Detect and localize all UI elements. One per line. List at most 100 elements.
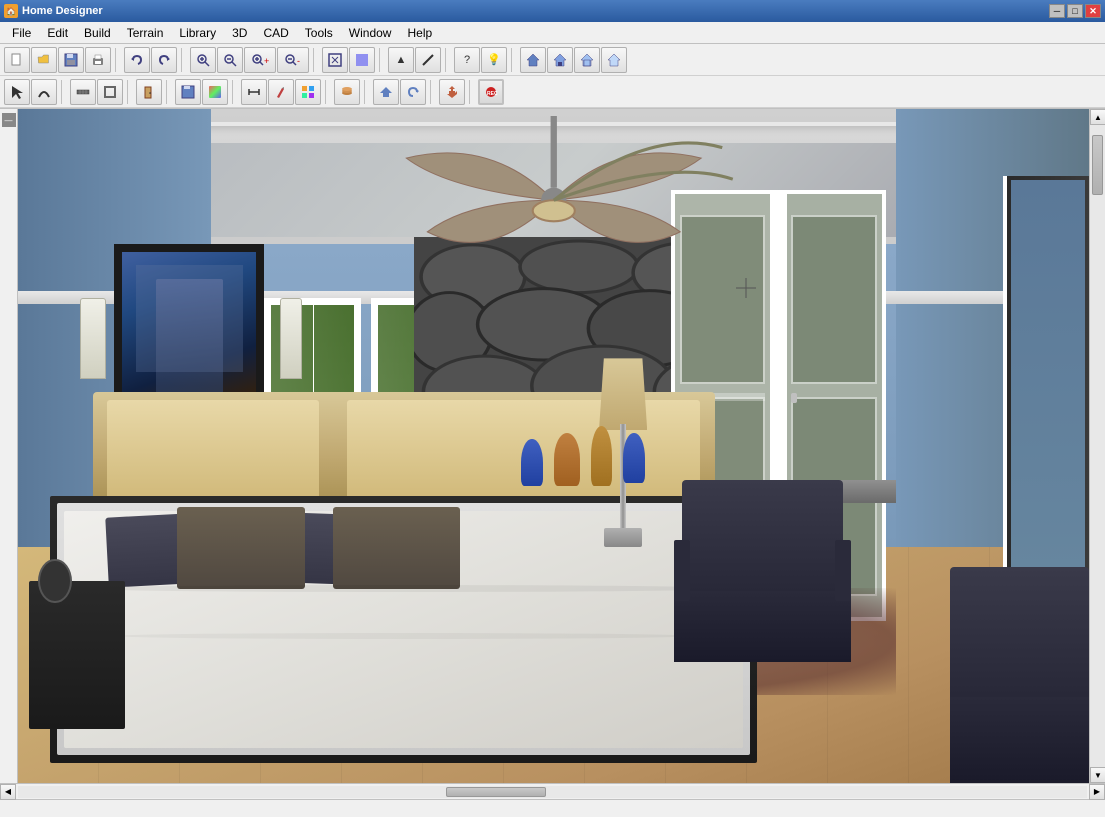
toolbar2-sep-8 (469, 80, 474, 104)
close-button[interactable]: ✕ (1085, 4, 1101, 18)
menu-help[interactable]: Help (399, 24, 440, 42)
room-scene (18, 109, 1089, 783)
status-bar (0, 799, 1105, 817)
toolbar-area: + - ▲ ? 💡 (0, 44, 1105, 109)
redo-button[interactable] (151, 47, 177, 73)
save-button[interactable] (58, 47, 84, 73)
menu-terrain[interactable]: Terrain (119, 24, 172, 42)
menu-tools[interactable]: Tools (297, 24, 341, 42)
library-tool[interactable] (334, 79, 360, 105)
app-icon: 🏠 (4, 4, 18, 18)
hscroll-thumb[interactable] (446, 787, 546, 797)
svg-text:+: + (264, 56, 269, 66)
undo-button[interactable] (124, 47, 150, 73)
scroll-left-button[interactable]: ◀ (0, 784, 16, 800)
select-tool[interactable] (4, 79, 30, 105)
vase-4 (623, 433, 644, 484)
zoom-in-button[interactable] (190, 47, 216, 73)
hscroll-track[interactable] (18, 786, 1087, 798)
scroll-thumb[interactable] (1092, 135, 1103, 195)
horizontal-scrollbar: ◀ ▶ (0, 783, 1105, 799)
vase-2 (554, 433, 581, 487)
move-tool[interactable] (439, 79, 465, 105)
fit-button[interactable] (322, 47, 348, 73)
menu-file[interactable]: File (4, 24, 39, 42)
minimize-button[interactable]: ─ (1049, 4, 1065, 18)
scroll-right-button[interactable]: ▶ (1089, 784, 1105, 800)
texture-tool[interactable] (295, 79, 321, 105)
app-title: Home Designer (22, 5, 1049, 17)
menu-edit[interactable]: Edit (39, 24, 76, 42)
toolbar-sep-2 (181, 48, 186, 72)
armchair (682, 480, 843, 682)
right-scrollbar: ▲ ▼ (1089, 109, 1105, 783)
vase-1 (521, 439, 542, 486)
toolbar-sep-3 (313, 48, 318, 72)
toolbar2-sep-1 (61, 80, 66, 104)
left-toolbar: — (0, 109, 18, 783)
title-bar: 🏠 Home Designer ─ □ ✕ (0, 0, 1105, 22)
rotate-tool[interactable] (400, 79, 426, 105)
toolbar2-sep-4 (232, 80, 237, 104)
left-tool-1[interactable]: — (2, 113, 16, 127)
scroll-up-button[interactable]: ▲ (1090, 109, 1105, 125)
print-button[interactable] (85, 47, 111, 73)
toolbar-2: REC (0, 76, 1105, 108)
house4-button[interactable] (601, 47, 627, 73)
new-button[interactable] (4, 47, 30, 73)
svg-text:-: - (297, 56, 300, 66)
help-button[interactable]: ? (454, 47, 480, 73)
open-button[interactable] (31, 47, 57, 73)
main-area: — (0, 109, 1105, 783)
light-button[interactable]: 💡 (481, 47, 507, 73)
toolbar2-sep-6 (364, 80, 369, 104)
3d-viewport[interactable] (18, 109, 1089, 783)
toolbar-sep-4 (379, 48, 384, 72)
save-view-tool[interactable] (175, 79, 201, 105)
house3-button[interactable] (574, 47, 600, 73)
zoom-out-large-button[interactable]: - (277, 47, 309, 73)
select-all-button[interactable] (349, 47, 375, 73)
toolbar-sep-6 (511, 48, 516, 72)
door-tool[interactable] (136, 79, 162, 105)
menu-build[interactable]: Build (76, 24, 119, 42)
svg-text:REC: REC (487, 91, 498, 97)
dimension-tool[interactable] (241, 79, 267, 105)
room-tool[interactable] (97, 79, 123, 105)
house1-button[interactable] (520, 47, 546, 73)
material-tool[interactable] (202, 79, 228, 105)
nightstand (29, 581, 125, 729)
window-controls: ─ □ ✕ (1049, 4, 1101, 18)
door-frame-right (1003, 176, 1089, 634)
scene-cursor (736, 278, 756, 301)
scroll-down-button[interactable]: ▼ (1090, 767, 1105, 783)
curve-tool[interactable] (31, 79, 57, 105)
wall-tool[interactable] (70, 79, 96, 105)
ceiling-fan (286, 116, 822, 285)
toolbar-sep-5 (445, 48, 450, 72)
menu-cad[interactable]: CAD (255, 24, 296, 42)
toolbar2-sep-2 (127, 80, 132, 104)
wall-sconce-right (275, 298, 307, 379)
maximize-button[interactable]: □ (1067, 4, 1083, 18)
line-button[interactable] (415, 47, 441, 73)
up-arrow-tool[interactable] (373, 79, 399, 105)
bed (50, 392, 757, 763)
scroll-track[interactable] (1090, 125, 1105, 767)
zoom-out-button[interactable] (217, 47, 243, 73)
toolbar2-sep-7 (430, 80, 435, 104)
wall-sconce-left (72, 298, 115, 379)
menu-window[interactable]: Window (341, 24, 400, 42)
toolbar-1: + - ▲ ? 💡 (0, 44, 1105, 76)
zoom-in-large-button[interactable]: + (244, 47, 276, 73)
menu-library[interactable]: Library (171, 24, 224, 42)
record-button[interactable]: REC (478, 79, 504, 105)
arrow-button[interactable]: ▲ (388, 47, 414, 73)
paint-tool[interactable] (268, 79, 294, 105)
toolbar-sep-1 (115, 48, 120, 72)
house2-button[interactable] (547, 47, 573, 73)
menu-3d[interactable]: 3D (224, 24, 255, 42)
toolbar2-sep-3 (166, 80, 171, 104)
toolbar2-sep-5 (325, 80, 330, 104)
vase-3 (591, 426, 612, 487)
